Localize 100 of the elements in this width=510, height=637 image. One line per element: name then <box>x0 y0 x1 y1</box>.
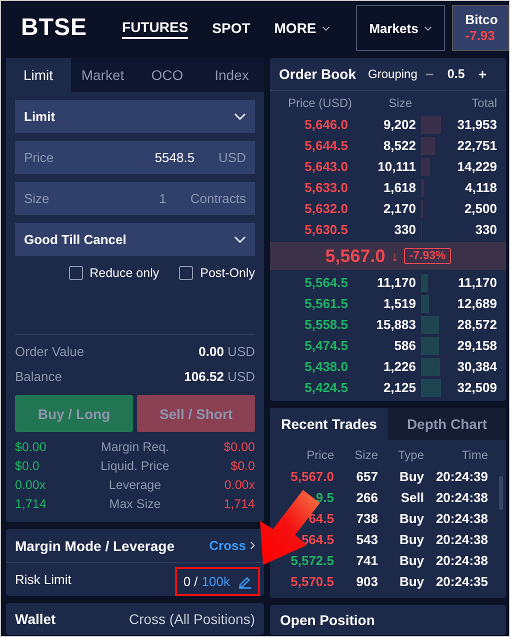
chevron-icon <box>234 113 246 120</box>
trade-size: 266 <box>355 489 378 507</box>
trade-type: Buy <box>398 531 424 549</box>
risk-limit-label: Risk Limit <box>15 572 72 587</box>
order-size: 10,111 <box>376 159 416 174</box>
buy-stat-value: 1,714 <box>15 496 48 513</box>
order-size: 11,170 <box>376 275 416 290</box>
markets-button[interactable]: Markets <box>356 5 446 51</box>
order-size: 1,519 <box>382 296 416 311</box>
option-checkbox[interactable]: Reduce only <box>68 266 160 280</box>
sell-stat-value: 0.00x <box>223 477 255 494</box>
order-total: 30,384 <box>456 359 497 374</box>
order-total: 4,118 <box>464 180 497 195</box>
order-total: 12,689 <box>456 296 497 311</box>
trade-type: Buy <box>398 552 424 570</box>
nav-link[interactable]: MORE <box>274 17 330 39</box>
column-header: Price (USD) <box>286 96 352 112</box>
trade-type: Buy <box>398 510 424 528</box>
buy-stat-value: $0.00 <box>15 439 48 456</box>
sell-stat-value: $0.00 <box>222 439 255 456</box>
ask-price: 5,644.5 <box>304 138 348 153</box>
order-size: 8,522 <box>382 138 416 153</box>
stat-label: Leverage <box>108 477 162 494</box>
order-size: 586 <box>393 338 416 353</box>
summary-value: 0.00 USD <box>198 343 255 361</box>
bid-price: 5,558.5 <box>304 317 348 332</box>
bid-price: 5,438.0 <box>304 359 348 374</box>
depth-bar <box>421 316 439 334</box>
depth-bar <box>421 336 439 354</box>
order-total: 14,229 <box>456 159 497 174</box>
price-change-badge: -7.93% <box>404 248 451 264</box>
open-position-title: Open Position <box>280 612 375 628</box>
ask-price: 5,633.0 <box>304 180 348 195</box>
trade-price: 9.5 <box>314 489 334 507</box>
trade-price: 5,570.5 <box>290 573 334 591</box>
ask-price: 5,646.0 <box>304 117 348 132</box>
ticker-card[interactable]: Bitco -7.93 <box>452 5 509 51</box>
margin-title: Margin Mode / Leverage <box>15 538 174 554</box>
order-book-title: Order Book <box>279 66 356 82</box>
plus-icon[interactable] <box>478 70 487 78</box>
risk-limit-used: 0 / <box>183 574 198 589</box>
nav-link[interactable]: FUTURES <box>122 17 188 39</box>
chevron-icon <box>250 541 255 550</box>
trade-type: Buy <box>398 468 424 486</box>
bid-price: 5,564.5 <box>304 275 348 290</box>
order-total: 330 <box>474 222 497 237</box>
order-total: 31,953 <box>456 117 497 132</box>
order-size: 1,226 <box>382 359 416 374</box>
sell-stat-value: $0.0 <box>230 458 255 475</box>
column-header: Size <box>354 447 378 464</box>
ticker-name: Bitco <box>465 12 499 28</box>
column-header: Time <box>460 447 488 464</box>
bid-price: 5,474.5 <box>304 338 348 353</box>
buy-stat-value: 0.00x <box>15 477 47 494</box>
order-total: 2,500 <box>463 201 497 216</box>
order-size: 2,170 <box>382 201 416 216</box>
time-in-force-select[interactable]: Good Till Cancel <box>15 223 255 256</box>
trades-tab[interactable]: Recent Trades <box>270 408 388 440</box>
edit-icon[interactable] <box>238 574 252 588</box>
summary-label: Order Value <box>15 343 84 361</box>
depth-bar <box>421 274 428 292</box>
down-arrow-icon: ↓ <box>391 248 398 264</box>
order-total: 22,751 <box>456 138 497 153</box>
bid-price: 5,424.5 <box>304 380 348 395</box>
order-total: 11,170 <box>456 275 497 290</box>
risk-limit-value: 100k <box>202 574 230 589</box>
depth-bar <box>421 294 429 312</box>
depth-bar <box>421 158 430 176</box>
ask-price: 5,632.0 <box>304 201 348 216</box>
option-checkbox[interactable]: Post-Only <box>179 266 255 280</box>
stat-label: Max Size <box>108 496 162 513</box>
logo[interactable]: BTSE <box>21 14 88 42</box>
column-header: Price <box>306 447 334 464</box>
order-total: 32,509 <box>456 380 497 395</box>
trade-type: Sell <box>400 489 424 507</box>
ask-price: 5,643.0 <box>304 159 348 174</box>
trade-size: 741 <box>355 552 378 570</box>
wallet-mode: Cross (All Positions) <box>128 611 255 627</box>
trades-tab[interactable]: Depth Chart <box>388 408 506 440</box>
order-size: 2,125 <box>382 380 416 395</box>
price-field[interactable]: Price 5548.5 USD <box>15 141 255 174</box>
trade-time: 20:24:39 <box>434 468 488 486</box>
buy-stat-value: $0.0 <box>15 458 40 475</box>
trade-type: Buy <box>398 573 424 591</box>
order-type-select[interactable]: Limit <box>15 100 255 133</box>
nav-link[interactable]: SPOT <box>212 17 250 39</box>
order-total: 29,158 <box>456 338 497 353</box>
checkbox[interactable] <box>179 266 194 280</box>
checkbox[interactable] <box>68 266 83 280</box>
column-header: Type <box>396 447 424 464</box>
trade-price: 5,572.5 <box>290 552 334 570</box>
order-size: 1,618 <box>382 180 416 195</box>
trade-time: 20:24:38 <box>434 510 488 528</box>
depth-bar <box>421 136 436 154</box>
trade-size: 738 <box>355 510 378 528</box>
order-size: 9,202 <box>382 117 416 132</box>
margin-mode-link[interactable]: Cross <box>209 538 255 553</box>
grouping-label: Grouping <box>368 67 418 81</box>
trade-time: 20:24:38 <box>434 489 488 507</box>
order-type-tab[interactable]: Limit <box>6 58 70 92</box>
